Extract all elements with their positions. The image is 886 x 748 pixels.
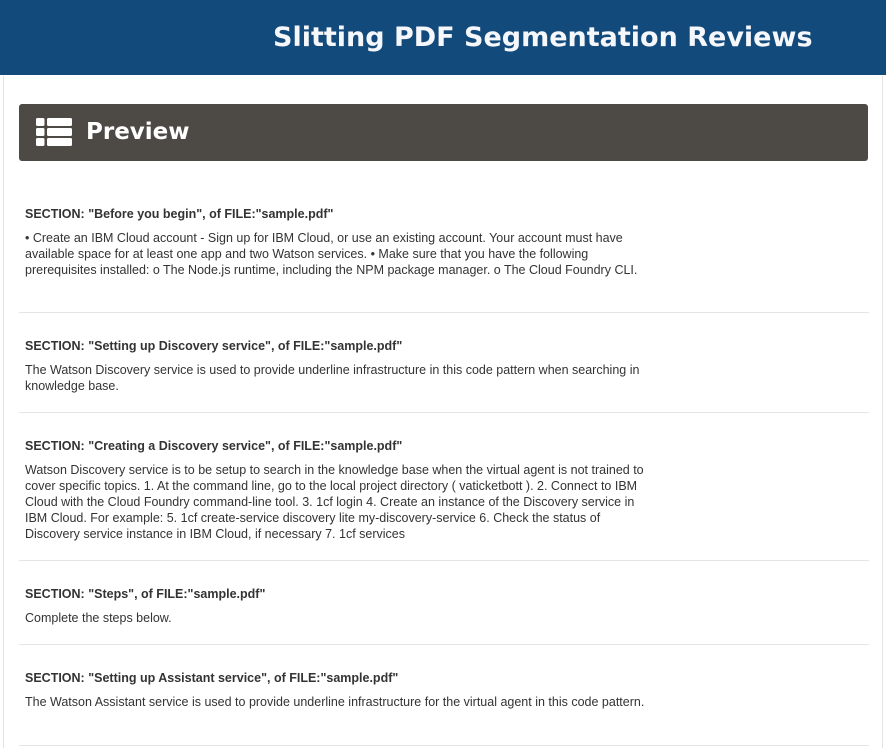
section-heading: SECTION: "Setting up Assistant service",… [25, 671, 399, 685]
panel-title: Preview [86, 119, 190, 145]
section-item: SECTION: "Setting up Assistant service",… [19, 645, 869, 746]
section-item: SECTION: "Before you begin", of FILE:"sa… [19, 172, 869, 313]
section-body: The Watson Assistant service is used to … [25, 695, 645, 709]
section-heading: SECTION: "Before you begin", of FILE:"sa… [25, 207, 334, 221]
section-heading: SECTION: "Creating a Discovery service",… [25, 439, 403, 453]
section-item: SECTION: "Steps", of FILE:"sample.pdf" C… [19, 561, 869, 645]
app-header: Slitting PDF Segmentation Reviews [0, 0, 886, 75]
section-heading: SECTION: "Setting up Discovery service",… [25, 339, 403, 353]
preview-panel-header: Preview [19, 104, 868, 161]
section-body: • Create an IBM Cloud account - Sign up … [25, 231, 638, 277]
section-body: The Watson Discovery service is used to … [25, 363, 640, 393]
section-body: Complete the steps below. [25, 611, 172, 625]
list-icon [36, 118, 72, 146]
section-item: SECTION: "Setting up Discovery service",… [19, 313, 869, 413]
section-item: SECTION: "Creating a Discovery service",… [19, 413, 869, 561]
section-heading: SECTION: "Steps", of FILE:"sample.pdf" [25, 587, 266, 601]
section-body: Watson Discovery service is to be setup … [25, 463, 644, 541]
page-title: Slitting PDF Segmentation Reviews [273, 22, 813, 53]
